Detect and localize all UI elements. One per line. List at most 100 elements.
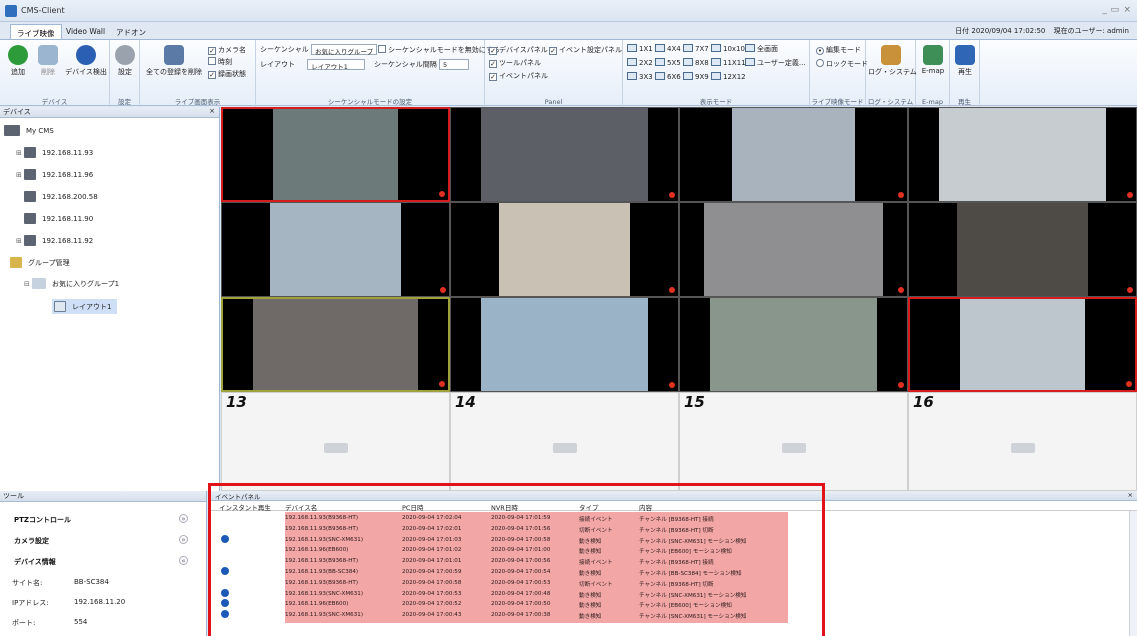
event-cell-type: 動き検知	[579, 614, 602, 621]
device-panel-checkbox[interactable]: ✓ デバイスパネル	[489, 45, 548, 55]
instant-replay-icon[interactable]	[221, 588, 229, 597]
col-pc-datetime[interactable]: PC日時	[402, 502, 423, 512]
video-cell-6[interactable]	[450, 202, 679, 297]
video-cell-3[interactable]	[679, 107, 908, 202]
event-row[interactable]: 192.168.11.93(B9368-HT) 2020-09-04 17:01:…	[285, 557, 788, 566]
settings-button[interactable]: 設定	[113, 45, 137, 77]
event-scrollbar[interactable]	[1129, 511, 1137, 636]
layout-2x2[interactable]: 2X2	[627, 58, 653, 67]
event-row[interactable]: 192.168.11.93(SNC-XM631) 2020-09-04 17:00…	[285, 590, 788, 599]
tree-device[interactable]: 192.168.11.90	[16, 213, 93, 224]
layout-fullscreen[interactable]: 全画面	[745, 44, 778, 54]
video-cell-7[interactable]	[679, 202, 908, 297]
video-cell-5[interactable]	[221, 202, 450, 297]
video-cell-4[interactable]	[908, 107, 1137, 202]
tab-video-wall[interactable]: Video Wall	[60, 24, 111, 39]
layout-5x5[interactable]: 5X5	[655, 58, 681, 67]
close-icon[interactable]: ×	[1123, 5, 1131, 15]
ptz-control-section[interactable]: PTZコントロール	[14, 515, 71, 525]
collapse-chevron-icon[interactable]: «	[179, 556, 188, 565]
video-cell-14[interactable]: 14	[450, 392, 679, 491]
col-device-name[interactable]: デバイス名	[285, 502, 317, 512]
minimize-icon[interactable]: _	[1103, 5, 1108, 15]
col-type[interactable]: タイプ	[579, 502, 599, 512]
expand-chevron-icon[interactable]: »	[179, 514, 188, 523]
tree-device[interactable]: ⊞ 192.168.11.96	[16, 169, 93, 180]
layout-3x3[interactable]: 3X3	[627, 72, 653, 81]
instant-replay-icon[interactable]	[221, 567, 229, 575]
clear-all-button[interactable]: 全ての登録を削除	[144, 45, 204, 77]
time-checkbox[interactable]: 時刻	[208, 57, 232, 67]
layout-10x10[interactable]: 10x10	[711, 44, 745, 53]
tree-layout[interactable]: レイアウト1	[52, 299, 118, 314]
video-cell-11[interactable]	[679, 297, 908, 392]
tree-device[interactable]: 192.168.200.58	[16, 191, 98, 202]
layout-4x4[interactable]: 4X4	[655, 44, 681, 53]
log-system-button[interactable]: ログ・システム	[868, 45, 917, 77]
event-row[interactable]: 192.168.11.96(EB600) 2020-09-04 17:01:02 2…	[285, 546, 788, 555]
col-content[interactable]: 内容	[639, 502, 652, 512]
layout-6x6[interactable]: 6X6	[655, 72, 681, 81]
event-panel-checkbox[interactable]: ✓ イベントパネル	[489, 71, 548, 81]
camera-feed	[270, 203, 401, 296]
tree-favorite-group[interactable]: ⊟ お気に入りグループ1	[24, 278, 119, 289]
camera-settings-section[interactable]: カメラ設定	[14, 536, 49, 546]
add-device-button[interactable]: 追加	[6, 45, 30, 77]
close-icon[interactable]: ×	[209, 107, 215, 115]
maximize-icon[interactable]: ▭	[1110, 5, 1119, 15]
tree-device[interactable]: ⊞ 192.168.11.92	[16, 235, 93, 246]
video-cell-9[interactable]	[221, 297, 450, 392]
event-row[interactable]: 192.168.11.93(BB-SC384) 2020-09-04 17:00:…	[285, 568, 788, 577]
video-cell-16[interactable]: 16	[908, 392, 1137, 491]
rec-status-checkbox[interactable]: ✓ 録画状態	[208, 69, 246, 79]
layout-select[interactable]: レイアウト1	[307, 59, 366, 71]
event-cell-type: 動き検知	[579, 592, 602, 599]
tab-addon[interactable]: アドオン	[110, 24, 152, 39]
event-panel: イベントパネル × インスタント再生 デバイス名 PC日時 NVR日時 タイプ 内…	[208, 491, 1137, 636]
event-row[interactable]: 192.168.11.93(SNC-XM631) 2020-09-04 17:00…	[285, 611, 788, 620]
video-cell-12[interactable]	[908, 297, 1137, 392]
layout-7x7[interactable]: 7X7	[683, 44, 709, 53]
disable-sequence-checkbox[interactable]: シーケンシャルモードを無効にする	[378, 45, 500, 55]
tree-root[interactable]: My CMS	[4, 125, 54, 136]
video-cell-15[interactable]: 15	[679, 392, 908, 491]
video-cell-13[interactable]: 13	[221, 392, 450, 491]
event-row[interactable]: 192.168.11.93(B9368-HT) 2020-09-04 17:00:…	[285, 579, 788, 588]
close-icon[interactable]: ×	[1128, 491, 1133, 499]
event-row[interactable]: 192.168.11.93(B9368-HT) 2020-09-04 17:02:…	[285, 514, 788, 523]
layout-8x8[interactable]: 8X8	[683, 58, 709, 67]
camera-name-checkbox[interactable]: ✓ カメラ名	[208, 45, 246, 55]
tree-device[interactable]: ⊞ 192.168.11.93	[16, 147, 93, 158]
col-nvr-datetime[interactable]: NVR日時	[491, 502, 518, 512]
edit-mode-radio[interactable]: • 編集モード	[816, 45, 861, 55]
video-cell-2[interactable]	[450, 107, 679, 202]
layout-1x1[interactable]: 1X1	[627, 44, 653, 53]
instant-replay-icon[interactable]	[221, 534, 229, 543]
event-row[interactable]: 192.168.11.93(B9368-HT) 2020-09-04 17:02:…	[285, 525, 788, 534]
tab-live[interactable]: ライブ映像	[10, 24, 62, 39]
discover-device-button[interactable]: デバイス検出	[64, 45, 108, 77]
event-row[interactable]: 192.168.11.96(EB600) 2020-09-04 17:00:52 2…	[285, 600, 788, 609]
tool-panel-checkbox[interactable]: ✓ ツールパネル	[489, 58, 541, 68]
device-info-section[interactable]: デバイス情報	[14, 557, 56, 567]
tree-group-manager[interactable]: グループ管理	[10, 257, 70, 268]
event-row[interactable]: 192.168.11.93(SNC-XM631) 2020-09-04 17:01…	[285, 536, 788, 545]
instant-replay-icon[interactable]	[221, 610, 229, 619]
layout-12x12[interactable]: 12X12	[711, 72, 746, 81]
delete-device-button[interactable]: 削除	[36, 45, 60, 77]
event-settings-panel-checkbox[interactable]: ✓ イベント設定パネル	[549, 45, 622, 55]
lock-mode-radio[interactable]: ロックモード	[816, 59, 868, 69]
emap-button[interactable]: E-map	[919, 45, 947, 75]
playback-button[interactable]: 再生	[953, 45, 977, 77]
expand-chevron-icon[interactable]: »	[179, 535, 188, 544]
instant-replay-icon[interactable]	[221, 599, 229, 608]
layout-9x9[interactable]: 9X9	[683, 72, 709, 81]
col-instant-replay[interactable]: インスタント再生	[219, 502, 271, 512]
sequence-group-select[interactable]: お気に入りグループ	[311, 44, 378, 56]
video-cell-8[interactable]	[908, 202, 1137, 297]
video-cell-10[interactable]	[450, 297, 679, 392]
layout-user-defined[interactable]: ユーザー定義...	[745, 58, 806, 68]
video-cell-1[interactable]	[221, 107, 450, 202]
interval-select[interactable]: 5	[439, 59, 470, 70]
layout-11x11[interactable]: 11X11	[711, 58, 746, 67]
